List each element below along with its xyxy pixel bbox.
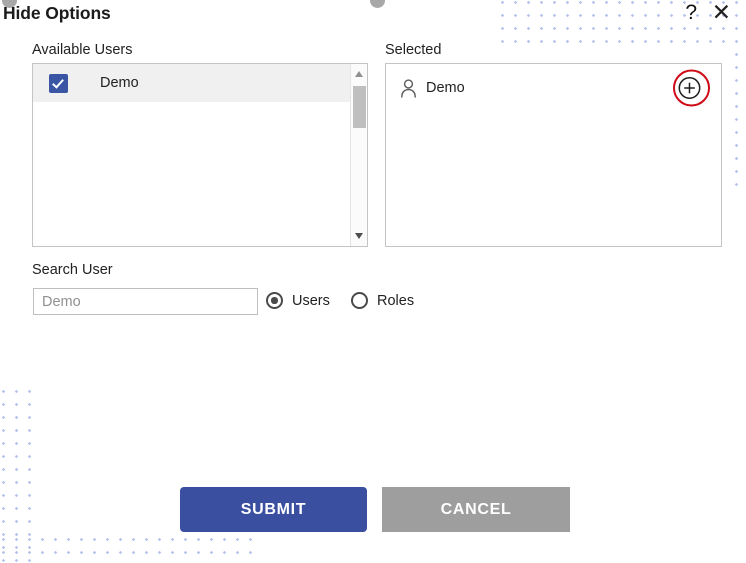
radio-users-label: Users bbox=[292, 292, 330, 309]
scroll-up-arrow-icon[interactable] bbox=[351, 66, 367, 83]
help-icon[interactable]: ? bbox=[685, 2, 697, 23]
checkbox-demo[interactable] bbox=[49, 73, 68, 93]
dot-pattern-bottom-left-row bbox=[0, 533, 259, 563]
dot-pattern-bottom-left-column bbox=[0, 385, 39, 563]
radio-users-mark[interactable] bbox=[266, 292, 283, 309]
radio-option-roles[interactable]: Roles bbox=[351, 292, 414, 309]
list-item-label: Demo bbox=[426, 80, 465, 96]
available-users-listbox[interactable]: Demo bbox=[32, 63, 368, 247]
cancel-button[interactable]: CANCEL bbox=[382, 487, 570, 532]
list-item[interactable]: Demo bbox=[386, 64, 721, 112]
list-item-label: Demo bbox=[100, 75, 139, 91]
close-icon[interactable]: ✕ bbox=[712, 1, 731, 24]
dot-pattern-top-right bbox=[496, 0, 746, 48]
dot-pattern-right-edge bbox=[730, 48, 746, 193]
page-title: Hide Options bbox=[3, 3, 111, 23]
selected-panel: Demo bbox=[385, 63, 722, 247]
available-users-label: Available Users bbox=[32, 42, 133, 58]
listbox-scrollbar[interactable] bbox=[350, 64, 367, 246]
person-icon bbox=[401, 78, 416, 98]
search-user-label: Search User bbox=[32, 262, 113, 278]
radio-option-users[interactable]: Users bbox=[266, 292, 330, 309]
scrollbar-thumb[interactable] bbox=[353, 86, 366, 128]
scroll-down-arrow-icon[interactable] bbox=[351, 227, 367, 244]
search-input[interactable] bbox=[33, 288, 258, 315]
list-item[interactable]: Demo bbox=[33, 64, 367, 102]
cutoff-circle-middle bbox=[370, 0, 385, 8]
radio-roles-mark[interactable] bbox=[351, 292, 368, 309]
selected-label: Selected bbox=[385, 42, 442, 58]
circle-plus-icon[interactable] bbox=[678, 77, 701, 100]
radio-roles-label: Roles bbox=[377, 292, 415, 309]
submit-button[interactable]: SUBMIT bbox=[180, 487, 367, 532]
